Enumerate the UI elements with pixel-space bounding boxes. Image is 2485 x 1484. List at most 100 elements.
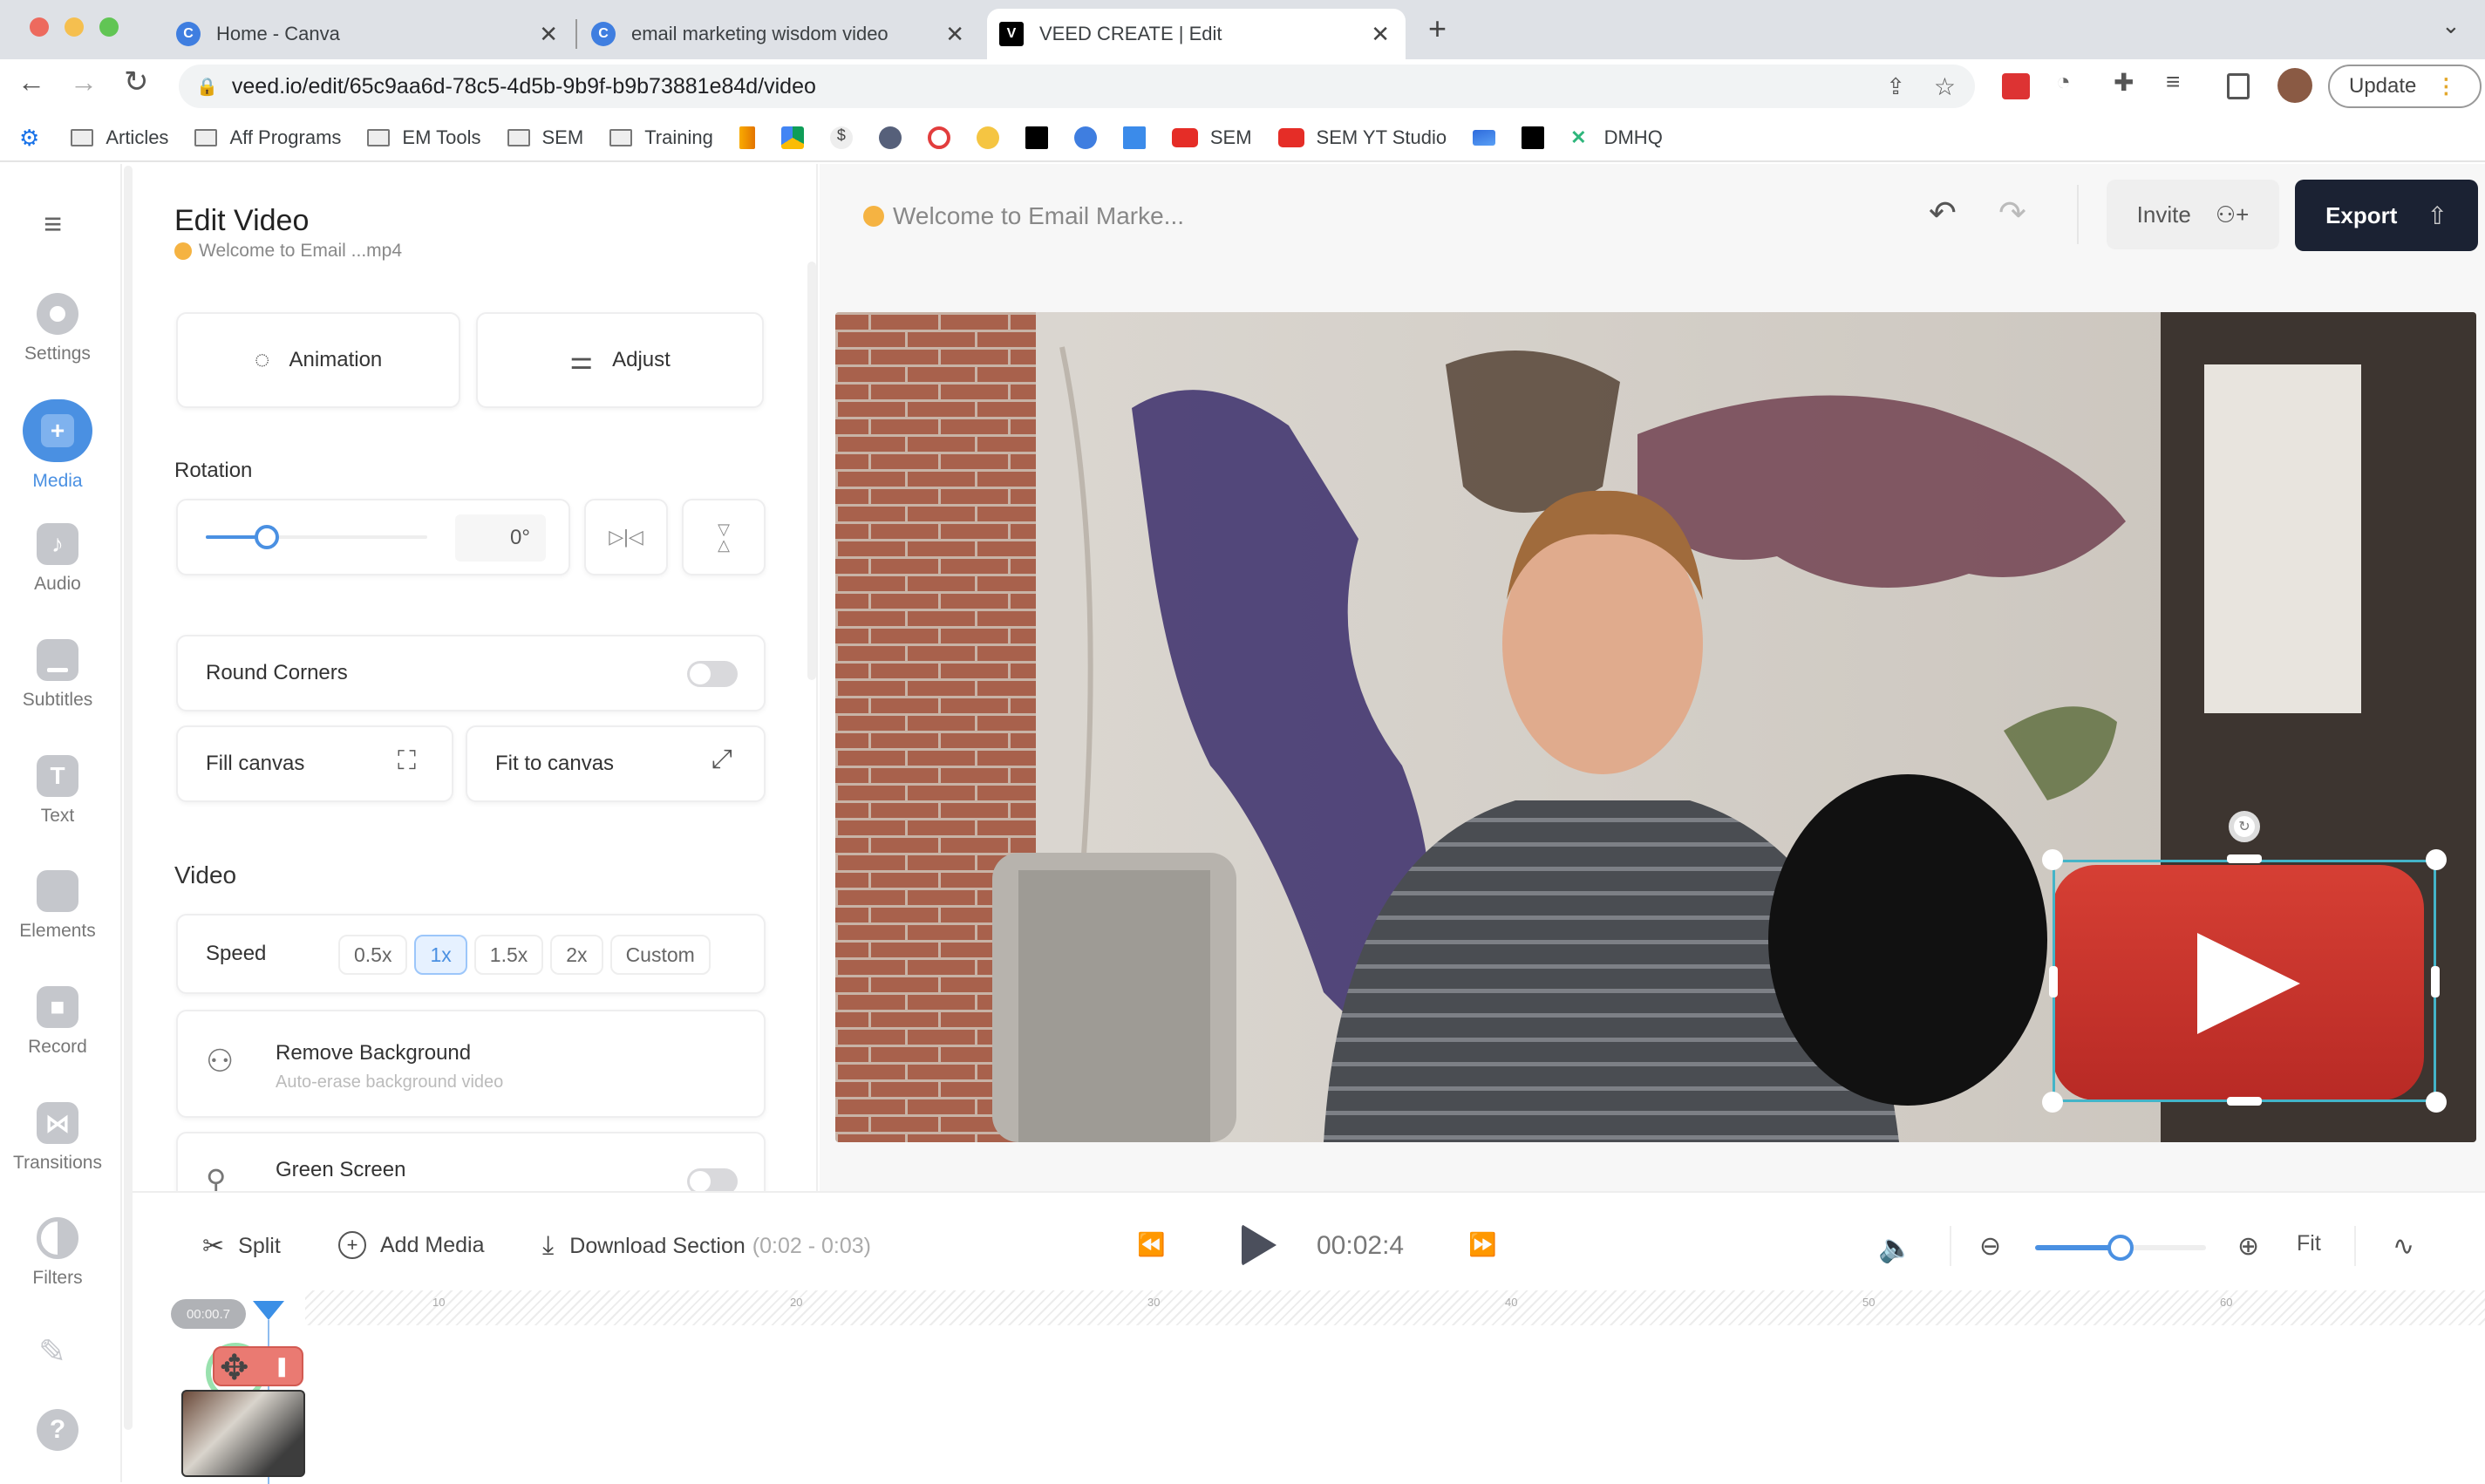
minimize-window-button[interactable] bbox=[65, 17, 84, 37]
sidebar-item-filters[interactable]: Filters bbox=[0, 1217, 115, 1289]
bookmark-folder[interactable]: EM Tools bbox=[367, 126, 481, 149]
adjust-button[interactable]: ⚌ Adjust bbox=[476, 312, 764, 408]
sidebar-item-subtitles[interactable]: Subtitles bbox=[0, 639, 115, 711]
bookmark-folder[interactable]: Articles bbox=[71, 126, 168, 149]
rewind-button[interactable]: ⏪ bbox=[1137, 1231, 1165, 1258]
bookmark-folder[interactable]: SEM bbox=[507, 126, 583, 149]
fit-to-canvas-button[interactable]: Fit to canvas ⤢ bbox=[466, 725, 766, 802]
bookmark-folder[interactable]: Training bbox=[609, 126, 713, 149]
update-button[interactable]: Update ⋮ bbox=[2328, 65, 2482, 108]
resize-handle-right[interactable] bbox=[2431, 966, 2440, 997]
hamburger-menu-icon[interactable]: ≡ bbox=[44, 206, 62, 242]
undo-button[interactable]: ↶ bbox=[1929, 194, 1957, 233]
volume-icon[interactable]: 🔈 bbox=[1878, 1231, 1913, 1264]
close-tab-icon[interactable]: ✕ bbox=[539, 21, 558, 48]
fast-forward-button[interactable]: ⏩ bbox=[1468, 1231, 1496, 1258]
side-panel-icon[interactable] bbox=[2227, 73, 2250, 99]
export-button[interactable]: Export ⇧ bbox=[2295, 180, 2478, 251]
redo-button[interactable]: ↷ bbox=[1998, 194, 2026, 233]
flip-vertical-button[interactable]: ▽ △ bbox=[682, 499, 766, 575]
maximize-window-button[interactable] bbox=[99, 17, 119, 37]
help-icon[interactable]: ? bbox=[37, 1409, 78, 1451]
sidebar-item-media[interactable]: + Media bbox=[0, 399, 115, 492]
tab-veed-create[interactable]: V VEED CREATE | Edit ✕ bbox=[987, 9, 1406, 59]
resize-handle-top[interactable] bbox=[2227, 854, 2262, 863]
sidebar-item-record[interactable]: ■ Record bbox=[0, 986, 115, 1058]
green-screen-toggle[interactable] bbox=[687, 1168, 738, 1193]
resize-handle-top-left[interactable] bbox=[2042, 849, 2063, 870]
play-button[interactable] bbox=[1242, 1224, 1277, 1266]
split-button[interactable]: ✂ Split bbox=[202, 1231, 281, 1262]
speed-option-2x[interactable]: 2x bbox=[550, 935, 603, 975]
reload-button[interactable]: ↻ bbox=[124, 65, 149, 99]
tab-list-button[interactable]: ⌄ bbox=[2441, 12, 2461, 39]
rotate-handle-icon[interactable]: ↻ bbox=[2229, 811, 2260, 842]
sidebar-item-audio[interactable]: ♪ Audio bbox=[0, 523, 115, 595]
share-icon[interactable]: ⇪ bbox=[1886, 73, 1905, 100]
sidebar-item-text[interactable]: T Text bbox=[0, 755, 115, 827]
speed-option-1-5x[interactable]: 1.5x bbox=[473, 935, 544, 975]
zoom-out-icon[interactable]: ⊖ bbox=[1979, 1231, 2001, 1262]
round-corners-toggle[interactable] bbox=[687, 661, 738, 687]
timeline-ruler[interactable]: 10 20 30 40 50 60 bbox=[305, 1290, 2485, 1325]
waveform-icon[interactable]: ∿ bbox=[2393, 1231, 2414, 1262]
resize-handle-bottom-left[interactable] bbox=[2042, 1092, 2063, 1113]
drive-bookmark-icon[interactable] bbox=[780, 126, 804, 149]
dots-bookmark-icon[interactable] bbox=[1025, 126, 1048, 149]
rotation-input[interactable]: 0° bbox=[455, 514, 546, 562]
globe-bookmark-icon[interactable] bbox=[878, 126, 902, 149]
sidebar-item-elements[interactable]: Elements bbox=[0, 870, 115, 942]
close-tab-icon[interactable]: ✕ bbox=[1371, 21, 1390, 48]
remove-background-button[interactable]: ⚇ Remove Background Auto-erase backgroun… bbox=[176, 1010, 766, 1118]
bookmark-folder[interactable]: Aff Programs bbox=[194, 126, 341, 149]
resize-handle-bottom[interactable] bbox=[2227, 1097, 2262, 1106]
speed-option-0-5x[interactable]: 0.5x bbox=[338, 935, 408, 975]
url-field[interactable]: 🔒 veed.io/edit/65c9aa6d-78c5-4d5b-9b9f-b… bbox=[179, 65, 1975, 108]
ring-bookmark-icon[interactable] bbox=[927, 126, 950, 149]
bookmark-star-icon[interactable]: ☆ bbox=[1934, 72, 1956, 101]
video-preview[interactable]: ↻ bbox=[835, 312, 2476, 1142]
canva-bookmark-icon[interactable] bbox=[1073, 126, 1097, 149]
media-control-icon[interactable]: ≡ bbox=[2166, 68, 2180, 96]
rotation-slider-handle[interactable] bbox=[254, 525, 279, 549]
bookmark-dmhq[interactable]: ✕ DMHQ bbox=[1570, 126, 1663, 149]
profile-avatar[interactable] bbox=[2277, 68, 2312, 103]
add-media-button[interactable]: + Add Media bbox=[338, 1231, 485, 1259]
rail-scrollbar[interactable] bbox=[124, 166, 133, 1430]
speed-option-1x[interactable]: 1x bbox=[414, 935, 467, 975]
analytics-bookmark-icon[interactable] bbox=[739, 126, 755, 149]
pencil-icon[interactable]: ✎ bbox=[38, 1332, 66, 1372]
sidebar-item-transitions[interactable]: ⋈ Transitions bbox=[0, 1102, 115, 1174]
invite-button[interactable]: Invite ⚇+ bbox=[2107, 180, 2279, 249]
square-bookmark-icon[interactable] bbox=[1122, 126, 1146, 149]
video-track-clip[interactable] bbox=[181, 1390, 305, 1477]
download-section-button[interactable]: ⤓ Download Section (0:02 - 0:03) bbox=[542, 1231, 871, 1261]
tab-email-marketing[interactable]: C email marketing wisdom video ✕ bbox=[579, 9, 980, 59]
back-button[interactable]: ← bbox=[17, 66, 45, 99]
close-tab-icon[interactable]: ✕ bbox=[945, 21, 964, 48]
fill-canvas-button[interactable]: Fill canvas ⛶ bbox=[176, 725, 453, 802]
forward-button[interactable]: → bbox=[70, 66, 98, 99]
playhead-marker[interactable] bbox=[253, 1301, 284, 1320]
panel-scrollbar[interactable] bbox=[807, 262, 816, 680]
dollar-bookmark-icon[interactable]: $ bbox=[829, 126, 853, 149]
project-title[interactable]: Welcome to Email Marke... bbox=[863, 202, 1184, 230]
extensions-puzzle-icon[interactable]: ✚ bbox=[2114, 68, 2134, 97]
new-tab-button[interactable]: + bbox=[1428, 10, 1447, 47]
speed-extension-icon[interactable]: ◔ bbox=[2056, 68, 2071, 96]
rotation-slider-track[interactable] bbox=[206, 525, 427, 549]
resize-handle-bottom-right[interactable] bbox=[2426, 1092, 2447, 1113]
zoom-slider-handle[interactable] bbox=[2107, 1235, 2134, 1261]
more-menu-icon[interactable]: ⋮ bbox=[2435, 74, 2456, 99]
speed-option-custom[interactable]: Custom bbox=[609, 935, 711, 975]
wave-bookmark-icon[interactable] bbox=[1473, 130, 1496, 146]
resize-handle-top-right[interactable] bbox=[2426, 849, 2447, 870]
apps-gear-icon[interactable]: ⚙ bbox=[19, 125, 39, 152]
clip-trim-handle[interactable]: ❚ bbox=[274, 1355, 289, 1378]
close-window-button[interactable] bbox=[30, 17, 49, 37]
lastpass-extension-icon[interactable] bbox=[2002, 73, 2030, 99]
bookmark-youtube-sem[interactable]: SEM bbox=[1171, 126, 1252, 149]
bookmark-youtube-studio[interactable]: SEM YT Studio bbox=[1277, 126, 1447, 149]
fit-button[interactable]: Fit bbox=[2297, 1231, 2321, 1256]
animation-button[interactable]: ◌ Animation bbox=[176, 312, 460, 408]
